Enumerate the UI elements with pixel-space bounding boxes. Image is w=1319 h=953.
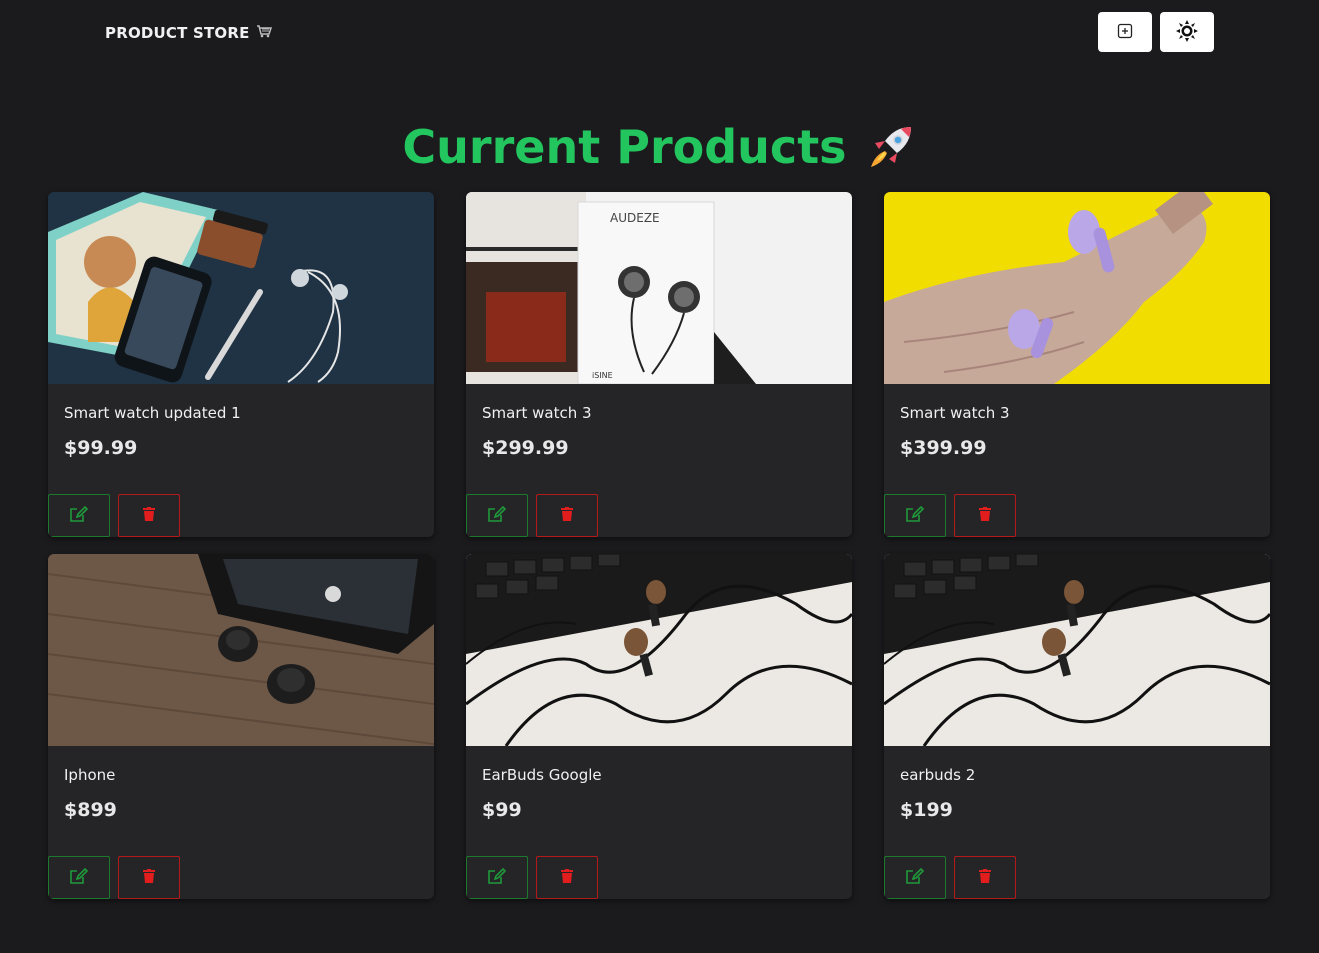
product-grid: Smart watch updated 1 $99.99 Smart watch… — [48, 192, 1270, 899]
product-price: $199 — [900, 799, 953, 821]
edit-product-button[interactable] — [884, 856, 946, 899]
product-price: $99.99 — [64, 437, 138, 459]
edit-product-button[interactable] — [466, 856, 528, 899]
product-name: Iphone — [64, 766, 116, 784]
rocket-icon — [865, 121, 917, 173]
plus-square-icon — [1117, 23, 1133, 42]
brand-title: PRODUCT STORE — [105, 24, 250, 42]
trash-icon — [979, 507, 991, 524]
delete-product-button[interactable] — [118, 856, 180, 899]
product-image — [884, 554, 1270, 746]
shopping-cart-icon — [256, 24, 272, 42]
product-price: $899 — [64, 799, 117, 821]
product-image — [884, 192, 1270, 384]
product-card: EarBuds Google $99 — [466, 554, 852, 899]
edit-product-button[interactable] — [884, 494, 946, 537]
page-title-text: Current Products — [402, 120, 847, 174]
product-card: Smart watch updated 1 $99.99 — [48, 192, 434, 537]
product-card: Smart watch 3 $299.99 — [466, 192, 852, 537]
edit-icon — [69, 505, 89, 526]
product-image — [48, 192, 434, 384]
product-image — [466, 192, 852, 384]
product-price: $399.99 — [900, 437, 987, 459]
delete-product-button[interactable] — [954, 494, 1016, 537]
trash-icon — [143, 869, 155, 886]
product-card: Iphone $899 — [48, 554, 434, 899]
trash-icon — [561, 869, 573, 886]
edit-product-button[interactable] — [48, 856, 110, 899]
product-image — [48, 554, 434, 746]
trash-icon — [561, 507, 573, 524]
product-name: Smart watch 3 — [900, 404, 1010, 422]
sun-icon — [1176, 19, 1198, 45]
navbar: PRODUCT STORE — [0, 0, 1319, 64]
product-image — [466, 554, 852, 746]
delete-product-button[interactable] — [954, 856, 1016, 899]
edit-icon — [905, 505, 925, 526]
create-product-button[interactable] — [1098, 12, 1152, 52]
delete-product-button[interactable] — [536, 494, 598, 537]
edit-icon — [69, 867, 89, 888]
delete-product-button[interactable] — [536, 856, 598, 899]
edit-product-button[interactable] — [466, 494, 528, 537]
delete-product-button[interactable] — [118, 494, 180, 537]
edit-icon — [487, 867, 507, 888]
product-name: Smart watch 3 — [482, 404, 592, 422]
product-price: $99 — [482, 799, 522, 821]
brand-link[interactable]: PRODUCT STORE — [105, 24, 272, 42]
product-name: earbuds 2 — [900, 766, 976, 784]
product-name: Smart watch updated 1 — [64, 404, 241, 422]
trash-icon — [979, 869, 991, 886]
product-card: Smart watch 3 $399.99 — [884, 192, 1270, 537]
toggle-theme-button[interactable] — [1160, 12, 1214, 52]
product-card: earbuds 2 $199 — [884, 554, 1270, 899]
page-title: Current Products — [0, 120, 1319, 174]
trash-icon — [143, 507, 155, 524]
edit-icon — [487, 505, 507, 526]
edit-product-button[interactable] — [48, 494, 110, 537]
product-price: $299.99 — [482, 437, 569, 459]
edit-icon — [905, 867, 925, 888]
product-name: EarBuds Google — [482, 766, 602, 784]
